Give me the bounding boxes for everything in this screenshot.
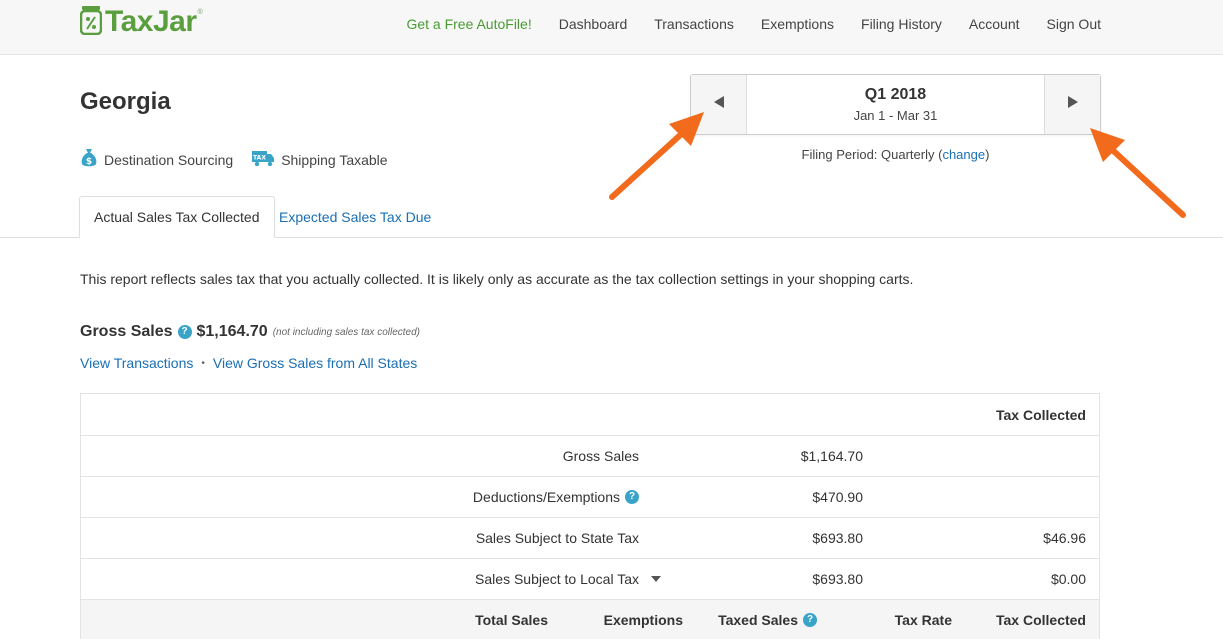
arrow-to-next-period bbox=[1090, 128, 1186, 218]
row-amount: $470.90 bbox=[812, 489, 863, 505]
gross-sales-summary: Gross Sales ? $1,164.70 (not including s… bbox=[80, 323, 420, 341]
destination-sourcing-label: Destination Sourcing bbox=[104, 151, 234, 168]
view-transactions-link[interactable]: View Transactions bbox=[80, 355, 193, 371]
row-label: Deductions/Exemptions bbox=[472, 489, 620, 505]
nav-free-autofile[interactable]: Get a Free AutoFile! bbox=[406, 16, 531, 32]
svg-text:$: $ bbox=[86, 157, 92, 167]
nav-filing-history[interactable]: Filing History bbox=[861, 16, 942, 32]
tax-collected-header: Tax Collected bbox=[996, 406, 1086, 423]
destination-sourcing-badge: $ Destination Sourcing bbox=[80, 148, 233, 171]
table-row: Gross Sales $1,164.70 bbox=[81, 436, 1099, 477]
gross-sales-links: View Transactions • View Gross Sales fro… bbox=[80, 355, 417, 371]
table-row: Sales Subject to State Tax $693.80 $46.9… bbox=[81, 518, 1099, 559]
gross-sales-value: $1,164.70 bbox=[196, 323, 268, 340]
filing-period-text: Filing Period: Quarterly (change) bbox=[690, 147, 1101, 162]
gross-sales-label: Gross Sales bbox=[80, 323, 173, 340]
row-label: Sales Subject to State Tax bbox=[475, 530, 639, 546]
row-label-with-help: Deductions/Exemptions ? bbox=[473, 477, 639, 517]
period-selector: Q1 2018 Jan 1 - Mar 31 bbox=[690, 74, 1101, 135]
filing-period-prefix: Filing Period: Quarterly ( bbox=[801, 147, 943, 162]
tab-actual-sales-tax-collected[interactable]: Actual Sales Tax Collected bbox=[79, 196, 275, 238]
table-header-row: Tax Collected bbox=[81, 394, 1099, 436]
table-row-expandable[interactable]: Sales Subject to Local Tax $693.80 $0.00 bbox=[81, 559, 1099, 600]
tax-truck-icon: TAX bbox=[251, 149, 281, 170]
nav-exemptions[interactable]: Exemptions bbox=[761, 16, 834, 32]
row-tax: $46.96 bbox=[1043, 530, 1086, 546]
sales-tax-table: Tax Collected Gross Sales $1,164.70 Dedu… bbox=[80, 393, 1100, 639]
svg-text:TAX: TAX bbox=[253, 155, 266, 162]
help-icon[interactable]: ? bbox=[177, 325, 192, 339]
caret-down-icon[interactable] bbox=[651, 576, 661, 582]
sub-tax-collected-header: Tax Collected bbox=[996, 612, 1086, 628]
logo-wordmark: TaxJar bbox=[105, 5, 197, 38]
previous-period-button[interactable] bbox=[691, 75, 747, 134]
help-icon[interactable]: ? bbox=[803, 613, 817, 627]
row-label-with-toggle: Sales Subject to Local Tax bbox=[475, 559, 661, 599]
local-tax-subheader-row: Total Sales Exemptions Taxed Sales ? Tax… bbox=[81, 600, 1099, 639]
row-tax: $0.00 bbox=[1050, 571, 1086, 587]
page-title: Georgia bbox=[80, 88, 171, 115]
exemptions-header: Exemptions bbox=[603, 612, 683, 628]
logo-registered-mark: ® bbox=[197, 8, 203, 16]
table-row: Deductions/Exemptions ? $470.90 bbox=[81, 477, 1099, 518]
main-nav: Get a Free AutoFile! Dashboard Transacti… bbox=[406, 0, 1101, 48]
taxed-sales-header: Taxed Sales bbox=[718, 612, 798, 628]
taxjar-logo[interactable]: TaxJar ® bbox=[79, 5, 203, 40]
shipping-taxable-badge: TAX Shipping Taxable bbox=[251, 149, 388, 170]
report-description: This report reflects sales tax that you … bbox=[80, 271, 914, 287]
change-filing-period-link[interactable]: change bbox=[942, 147, 985, 162]
view-gross-sales-all-states-link[interactable]: View Gross Sales from All States bbox=[213, 355, 417, 371]
top-navigation-bar: TaxJar ® Get a Free AutoFile! Dashboard … bbox=[0, 0, 1223, 55]
nav-transactions[interactable]: Transactions bbox=[654, 16, 734, 32]
taxed-sales-header-group: Taxed Sales ? bbox=[718, 600, 817, 639]
row-label: Gross Sales bbox=[562, 448, 639, 464]
nav-dashboard[interactable]: Dashboard bbox=[559, 16, 628, 32]
shipping-taxable-label: Shipping Taxable bbox=[281, 151, 388, 168]
help-icon[interactable]: ? bbox=[625, 490, 639, 504]
row-label: Sales Subject to Local Tax bbox=[475, 571, 639, 587]
state-badges: $ Destination Sourcing TAX Shipping Taxa… bbox=[80, 148, 406, 171]
triangle-left-icon bbox=[713, 95, 725, 114]
money-bag-icon: $ bbox=[80, 148, 104, 171]
row-amount: $1,164.70 bbox=[800, 448, 863, 464]
tax-rate-header: Tax Rate bbox=[894, 612, 952, 628]
period-quarter: Q1 2018 bbox=[864, 85, 927, 103]
nav-account[interactable]: Account bbox=[969, 16, 1020, 32]
next-period-button[interactable] bbox=[1044, 75, 1100, 134]
link-separator: • bbox=[201, 357, 205, 369]
row-amount: $693.80 bbox=[812, 571, 863, 587]
nav-sign-out[interactable]: Sign Out bbox=[1047, 16, 1101, 32]
filing-period-suffix: ) bbox=[985, 147, 990, 162]
row-amount: $693.80 bbox=[812, 530, 863, 546]
tab-expected-sales-tax-due[interactable]: Expected Sales Tax Due bbox=[265, 196, 445, 238]
total-sales-header: Total Sales bbox=[475, 612, 548, 628]
gross-sales-note: (not including sales tax collected) bbox=[272, 326, 420, 338]
period-date-range: Jan 1 - Mar 31 bbox=[853, 107, 938, 123]
triangle-right-icon bbox=[1067, 95, 1079, 114]
taxjar-jar-icon bbox=[79, 5, 103, 40]
current-period: Q1 2018 Jan 1 - Mar 31 bbox=[747, 75, 1044, 134]
